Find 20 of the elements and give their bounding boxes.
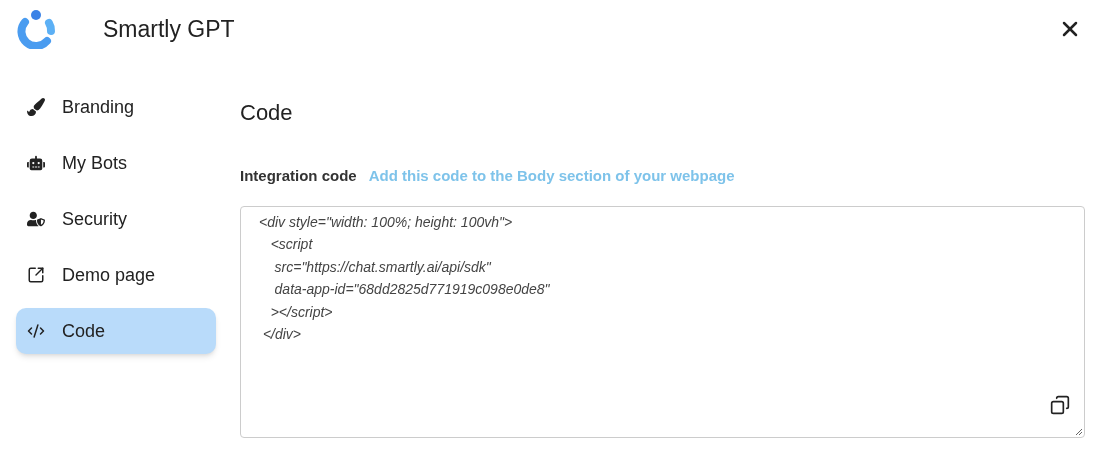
external-link-icon — [27, 266, 45, 284]
sidebar-item[interactable]: Code — [16, 308, 216, 354]
sidebar-item[interactable]: Security — [16, 196, 216, 242]
sidebar-item[interactable]: Branding — [16, 84, 216, 130]
resize-handle-icon[interactable] — [1075, 427, 1083, 436]
code-field[interactable]: <div style="width: 100%; height: 100vh"> <script src="https://chat.smartly.ai/api/sdk" data-app-id="68dd2825d771919c098e0de8" ></script> </div> — [240, 205, 1085, 438]
brush-icon — [27, 98, 45, 116]
sidebar-item[interactable]: My Bots — [16, 140, 216, 186]
hint-text: Add this code to the Body section of your webpage — [368, 166, 735, 186]
robot-icon — [27, 154, 45, 172]
app-title: Smartly GPT — [103, 14, 235, 44]
code-text: <div style="width: 100%; height: 100vh"> <script src="https://chat.smartly.ai/api/sdk" data-app-id="68dd2825d771919c098e0de8" ></script> </div> — [259, 212, 550, 344]
code-icon — [27, 322, 45, 340]
user-shield-icon — [27, 210, 45, 228]
copy-button[interactable] — [1050, 394, 1070, 415]
field-label: Integration code — [240, 166, 357, 186]
logo-icon — [16, 9, 56, 49]
sidebar-item[interactable]: Demo page — [16, 252, 216, 298]
section-heading: Code — [240, 99, 294, 127]
copy-icon — [1050, 394, 1070, 415]
